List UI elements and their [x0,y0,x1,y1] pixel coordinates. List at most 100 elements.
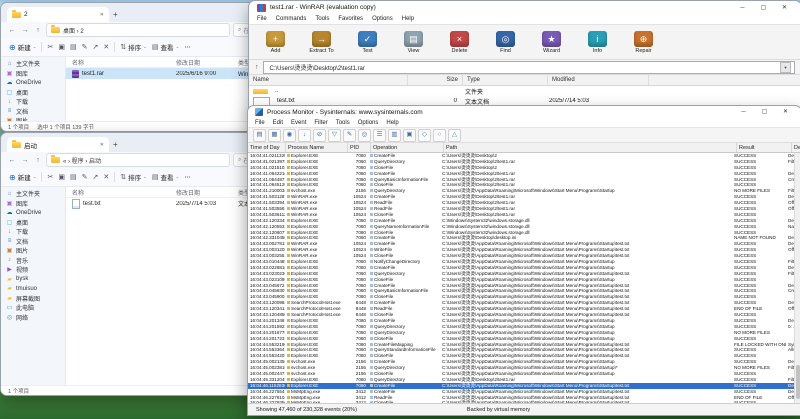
sort-button[interactable]: ⇅ 排序 ⌄ [120,172,147,182]
toolbar-icon[interactable]: ▣ [58,43,65,51]
tab-close-icon[interactable]: ✕ [100,142,104,148]
menu-item[interactable]: Help [386,120,398,126]
more-options-button[interactable]: ⋯ [184,173,191,181]
column-headers[interactable]: Time of Day Process Name PID Operation P… [248,143,800,153]
toolbar-icon[interactable]: ✕ [103,173,109,181]
sidebar-item[interactable]: ▣ 图库 [1,199,65,209]
sidebar-item[interactable]: ▰ 屏幕截图 [1,294,65,304]
menu-item[interactable]: Favorites [338,16,363,22]
more-options-button[interactable]: ⋯ [184,43,191,51]
maximize-button[interactable]: ▢ [755,1,772,15]
toolbar-icon[interactable]: ↗ [92,173,98,181]
include-process-icon[interactable]: ◎ [358,128,371,142]
toolbar-icon[interactable]: ✎ [82,173,88,181]
sidebar-item[interactable]: ▰ bysk [1,275,65,285]
menu-item[interactable]: Tools [315,16,329,22]
view-button[interactable]: ▤ 查看 ⌄ [152,42,179,52]
new-tab-button[interactable]: + [113,8,118,22]
sidebar-item[interactable]: ☁ OneDrive [1,208,65,218]
autoscroll-icon[interactable]: ↓ [298,128,311,142]
menu-item[interactable]: Options [372,16,393,22]
menu-item[interactable]: Commands [276,16,307,22]
procmon-window[interactable]: Process Monitor - Sysinternals: www.sysi… [247,105,800,416]
minimize-button[interactable]: ─ [734,1,751,15]
sidebar-item[interactable]: ↓ 下载 [1,227,65,237]
up-icon[interactable]: ↑ [33,157,43,164]
menu-item[interactable]: Help [402,16,414,22]
sidebar-item[interactable]: ♪ 音乐 [1,256,65,266]
toolbar-button[interactable]: ✓ Test [345,27,390,58]
column-headers[interactable]: Name Size Type Modified [249,75,800,86]
menu-item[interactable]: File [255,120,265,126]
sidebar-item[interactable]: ▣ 图片 [1,246,65,256]
new-tab-button[interactable]: + [113,138,118,152]
event-list[interactable]: 16:04:41.0211325 Explorer.EXE 7060 Creat… [248,153,800,403]
explorer-tab[interactable]: 2 ✕ [7,7,109,22]
menu-item[interactable]: Filter [314,120,327,126]
vertical-scrollbar[interactable] [794,153,800,403]
menu-item[interactable]: File [257,16,267,22]
process-tree-icon[interactable]: ☰ [373,128,386,142]
tab-close-icon[interactable]: ✕ [100,12,104,18]
sidebar-item[interactable]: ≡ 文档 [1,107,65,117]
maximize-button[interactable]: ▢ [756,106,773,119]
sidebar-item[interactable]: ▢ 桌面 [1,218,65,228]
sidebar-item[interactable]: ⌂ 主文件夹 [1,189,65,199]
sidebar-item[interactable]: ▶ 视频 [1,265,65,275]
save-icon[interactable]: ▦ [268,128,281,142]
back-icon[interactable]: ← [7,157,17,164]
view-button[interactable]: ▤ 查看 ⌄ [152,172,179,182]
toolbar-icon[interactable]: ✎ [82,43,88,51]
show-process-icon[interactable]: ○ [433,128,446,142]
capture-icon[interactable]: ◉ [283,128,296,142]
filter-icon[interactable]: ▽ [328,128,341,142]
toolbar-button[interactable]: ▤ View [391,27,436,58]
toolbar-icon[interactable]: ▤ [70,173,77,181]
sidebar-item[interactable]: ↓ 下载 [1,97,65,107]
dropdown-icon[interactable]: ▾ [780,61,791,73]
toolbar-button[interactable]: ◎ Find [483,27,528,58]
up-directory-icon[interactable]: ↑ [255,64,259,71]
minimize-button[interactable]: ─ [735,106,752,119]
close-button[interactable]: ✕ [776,1,793,15]
open-icon[interactable]: ▤ [253,128,266,142]
show-filesystem-icon[interactable]: ▣ [403,128,416,142]
archive-row[interactable]: .. 文件夹 [249,86,800,96]
sidebar-item[interactable]: ▣ 图库 [1,69,65,79]
archive-path-combo[interactable]: C:\Users\烫烫烫\Desktop\2\test1.rar ▾ [262,60,795,74]
toolbar-icon[interactable]: ▣ [58,173,65,181]
forward-icon[interactable]: → [20,157,30,164]
breadcrumb[interactable]: 桌面 › 2 [46,23,230,37]
winrar-window[interactable]: test1.rar - WinRAR (evaluation copy) ─ ▢… [248,0,800,114]
new-button[interactable]: ⊕ 新建 ⌄ [9,42,36,53]
breadcrumb[interactable]: « › 程序 › 启动 [46,153,230,167]
back-icon[interactable]: ← [7,27,17,34]
sidebar-item[interactable]: ▰ tmuisuo [1,284,65,294]
menu-item[interactable]: Edit [273,120,283,126]
clear-icon[interactable]: ⊘ [313,128,326,142]
explorer-tab[interactable]: 启动 ✕ [7,137,109,152]
toolbar-button[interactable]: i Info [575,27,620,58]
show-registry-icon[interactable]: ▥ [388,128,401,142]
show-network-icon[interactable]: ◇ [418,128,431,142]
highlight-icon[interactable]: ✎ [343,128,356,142]
menu-item[interactable]: Tools [336,120,350,126]
toolbar-icon[interactable]: ↗ [92,43,98,51]
toolbar-button[interactable]: × Delete [437,27,482,58]
sort-button[interactable]: ⇅ 排序 ⌄ [120,42,147,52]
sidebar-item[interactable]: ▢ 桌面 [1,88,65,98]
toolbar-button[interactable]: ⊕ Repair [621,27,666,58]
toolbar-icon[interactable]: ✕ [103,43,109,51]
menu-item[interactable]: Event [291,120,306,126]
toolbar-icon[interactable]: ✂ [47,43,53,51]
sidebar-item[interactable]: ⌂ 主文件夹 [1,59,65,69]
toolbar-icon[interactable]: ▤ [70,43,77,51]
sidebar-item[interactable]: ≡ 文档 [1,237,65,247]
scrollbar-thumb[interactable] [796,365,800,399]
toolbar-icon[interactable]: ✂ [47,173,53,181]
toolbar-button[interactable]: ★ Wizard [529,27,574,58]
sidebar-item[interactable]: ▭ 此电脑 [1,303,65,313]
up-icon[interactable]: ↑ [33,27,43,34]
toolbar-button[interactable]: → Extract To [299,27,344,58]
forward-icon[interactable]: → [20,27,30,34]
